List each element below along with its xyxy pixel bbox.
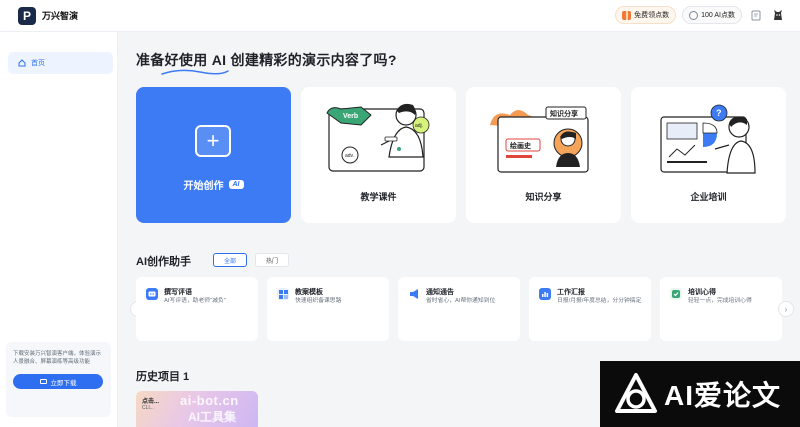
assistant-item-work-report[interactable]: 工作汇报 日报/月报/年度总结，分分钟搞定 xyxy=(529,277,651,341)
svg-text:?: ? xyxy=(716,108,722,118)
assistant-item-lesson-plan[interactable]: 教案模板 快速组织备课思路 xyxy=(267,277,389,341)
assistant-item-title: 撰写评语 xyxy=(164,289,192,296)
assistant-item-notice[interactable]: 通知通告 省时省心，AI帮你通知到位 xyxy=(398,277,520,341)
document-icon xyxy=(751,10,761,20)
free-points-label: 免费领点数 xyxy=(634,12,670,19)
start-creating-label: 开始创作 xyxy=(183,181,224,192)
watermark-badge-text: AI爱论文 xyxy=(664,380,782,411)
megaphone-icon xyxy=(408,288,420,300)
promo-text: 下载安装万兴智演客户端，体验演示人景融合、屏幕演练等高级功能 xyxy=(13,351,102,365)
ai-tag: AI xyxy=(228,180,244,189)
comment-icon xyxy=(146,288,158,300)
home-icon xyxy=(18,59,26,67)
filter-popular[interactable]: 热门 xyxy=(255,253,289,267)
chevron-right-icon: › xyxy=(784,304,788,314)
verb-text: Verb xyxy=(343,113,358,120)
assistant-item-desc: 省时省心，AI帮你通知到位 xyxy=(426,298,496,304)
assistant-item-desc: 轻轻一点，完成培训心得 xyxy=(688,298,752,304)
grid-icon xyxy=(277,288,289,300)
training-illustration: ? xyxy=(660,104,756,174)
training-badge-icon xyxy=(670,288,682,300)
heading-suffix: 创建精彩的演示内容了吗? xyxy=(230,52,397,68)
filter-all[interactable]: 全部 xyxy=(213,253,247,267)
assistant-item-title: 通知通告 xyxy=(426,289,454,296)
assistant-item-title: 教案模板 xyxy=(295,289,323,296)
teaching-courseware-label: 教学课件 xyxy=(360,192,397,202)
adv-text: adv. xyxy=(345,153,354,159)
free-points-button[interactable]: 免费领点数 xyxy=(615,6,677,24)
sidebar: 首页 下载安装万兴智演客户端，体验演示人景融合、屏幕演练等高级功能 立即下载 xyxy=(0,32,118,427)
watermark-text: AI工具集 xyxy=(188,410,237,424)
heading-prefix: 准备好使用 xyxy=(136,52,208,68)
corporate-training-label: 企业培训 xyxy=(690,192,727,202)
ai-points-label: 100 AI点数 xyxy=(701,12,735,19)
knowledge-tag-text: 知识分享 xyxy=(549,109,578,118)
heading-underline-decoration xyxy=(161,69,229,75)
heading-ai: AI xyxy=(211,52,227,68)
logo-icon: P xyxy=(18,6,36,25)
teaching-courseware-card[interactable]: Verb adv. adj. 教学课件 xyxy=(301,87,456,223)
assistant-item-training-notes[interactable]: 培训心得 轻轻一点，完成培训心得 xyxy=(660,277,782,341)
coin-icon xyxy=(689,10,699,20)
knowledge-illustration: 知识分享 绘画史 xyxy=(490,106,589,173)
download-button-label: 立即下载 xyxy=(50,379,77,387)
assistant-next-button[interactable]: › xyxy=(778,301,794,317)
assistant-item-title: 培训心得 xyxy=(688,289,716,296)
watermark-text: ai-bot.cn xyxy=(180,393,239,408)
knowledge-sharing-card[interactable]: 知识分享 绘画史 知识分享 xyxy=(466,87,621,223)
corporate-training-card[interactable]: ? 企业培训 xyxy=(631,87,786,223)
plus-icon: + xyxy=(195,125,231,157)
user-avatar[interactable] xyxy=(770,7,786,23)
assistant-item-desc: 日报/月报/年度总结，分分钟搞定 xyxy=(557,298,642,304)
history-section-title: 历史项目 1 xyxy=(136,371,190,383)
gift-icon xyxy=(622,10,632,20)
assistant-section-title: AI创作助手 xyxy=(136,256,191,268)
start-creating-card[interactable]: + 开始创作 AI xyxy=(136,87,291,223)
history-tag-text: 绘画史 xyxy=(510,141,532,150)
cat-avatar-icon xyxy=(774,10,782,20)
page-heading: 准备好使用 AI 创建精彩的演示内容了吗? xyxy=(136,50,397,70)
knowledge-sharing-label: 知识分享 xyxy=(525,192,562,202)
monitor-icon xyxy=(39,379,47,384)
ai-points-button[interactable]: 100 AI点数 xyxy=(682,6,742,24)
watermark-logo-icon xyxy=(615,373,657,413)
history-thumb-title: 点击... xyxy=(142,399,160,405)
teaching-illustration: Verb adv. adj. xyxy=(326,103,430,172)
watermark-badge: AI爱论文 xyxy=(600,361,800,427)
assistant-item-desc: AI写评语，助老师"减负" xyxy=(164,298,226,304)
sidebar-item-home[interactable]: 首页 xyxy=(8,52,113,74)
sidebar-item-label: 首页 xyxy=(31,60,45,67)
assistant-item-title: 工作汇报 xyxy=(557,289,585,296)
history-thumb-subtitle: CLI... xyxy=(142,405,154,411)
notification-button[interactable] xyxy=(748,7,764,23)
report-icon xyxy=(539,288,551,300)
history-project-thumbnail[interactable]: 点击... CLI... ai-bot.cn AI工具集 xyxy=(136,391,258,427)
adj-text: adj. xyxy=(415,123,423,129)
assistant-item-comments[interactable]: 撰写评语 AI写评语，助老师"减负" xyxy=(136,277,258,341)
download-promo: 下载安装万兴智演客户端，体验演示人景融合、屏幕演练等高级功能 立即下载 xyxy=(6,342,111,417)
download-button[interactable]: 立即下载 xyxy=(13,374,103,389)
assistant-item-desc: 快速组织备课思路 xyxy=(295,298,342,304)
top-bar: P 万兴智演 免费领点数 100 AI点数 xyxy=(0,0,800,32)
app-name: 万兴智演 xyxy=(42,11,79,21)
app-logo[interactable]: P 万兴智演 xyxy=(18,6,79,25)
